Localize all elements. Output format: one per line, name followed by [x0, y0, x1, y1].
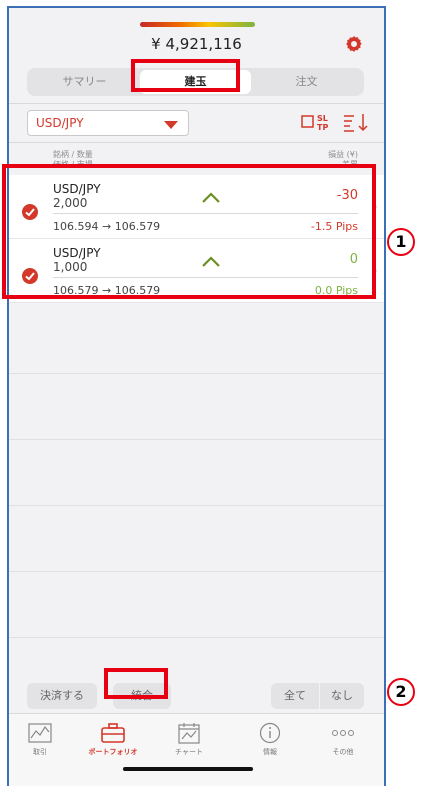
column-header-symbol-qty: 銘柄 / 数量 [53, 150, 93, 159]
tab-info[interactable]: 情報 [240, 722, 300, 757]
divider [9, 142, 384, 143]
highlight-merge-button [104, 668, 168, 699]
callout-2: 2 [387, 678, 415, 706]
highlight-position-rows [2, 164, 376, 299]
settle-button[interactable]: 決済する [27, 683, 97, 709]
empty-row-divider [9, 571, 384, 572]
empty-row-divider [9, 637, 384, 638]
briefcase-icon [101, 723, 125, 743]
tab-more[interactable]: その他 [313, 722, 373, 757]
caret-down-icon [164, 121, 178, 129]
tab-orders[interactable]: 注文 [251, 70, 362, 94]
highlight-positions-tab [131, 59, 240, 92]
tab-portfolio[interactable]: ポートフォリオ [83, 722, 143, 757]
currency-pair-select[interactable]: USD/JPY [27, 110, 189, 136]
tab-chart-label: チャート [175, 748, 203, 756]
empty-row-divider [9, 373, 384, 374]
header: ¥ 4,921,116 [9, 8, 384, 60]
svg-text:SL: SL [317, 114, 328, 123]
empty-row-divider [9, 439, 384, 440]
column-header-pl: 損益 (¥) [328, 150, 358, 159]
balance-meter [140, 22, 255, 27]
phone-screen: ¥ 4,921,116 サマリー 建玉 注文 USD/JPY SL TP 銘柄 … [7, 6, 386, 786]
more-dots-icon [332, 730, 354, 736]
empty-row-divider [9, 505, 384, 506]
divider [9, 103, 384, 104]
select-none-button[interactable]: なし [320, 683, 364, 709]
trade-chart-icon [28, 723, 52, 743]
calendar-chart-icon [178, 723, 200, 744]
tab-more-label: その他 [332, 748, 354, 756]
tab-bar: 取引 ポートフォリオ チャート 情報 その他 [9, 713, 384, 786]
sl-tp-toggle-icon[interactable]: SL TP [301, 112, 335, 132]
tab-trade-label: 取引 [33, 748, 47, 756]
callout-1: 1 [387, 228, 415, 256]
gear-icon[interactable] [345, 35, 363, 53]
sort-icon[interactable] [342, 112, 370, 132]
tab-portfolio-label: ポートフォリオ [88, 748, 138, 756]
account-balance: ¥ 4,921,116 [151, 35, 242, 53]
select-all-button[interactable]: 全て [271, 683, 319, 709]
tab-info-label: 情報 [263, 748, 277, 756]
tab-trade[interactable]: 取引 [10, 722, 70, 757]
tab-chart[interactable]: チャート [159, 722, 219, 757]
home-indicator[interactable] [123, 767, 253, 771]
tab-summary[interactable]: サマリー [29, 70, 140, 94]
currency-pair-value: USD/JPY [36, 116, 84, 130]
info-icon [259, 722, 281, 744]
svg-text:TP: TP [317, 123, 328, 132]
